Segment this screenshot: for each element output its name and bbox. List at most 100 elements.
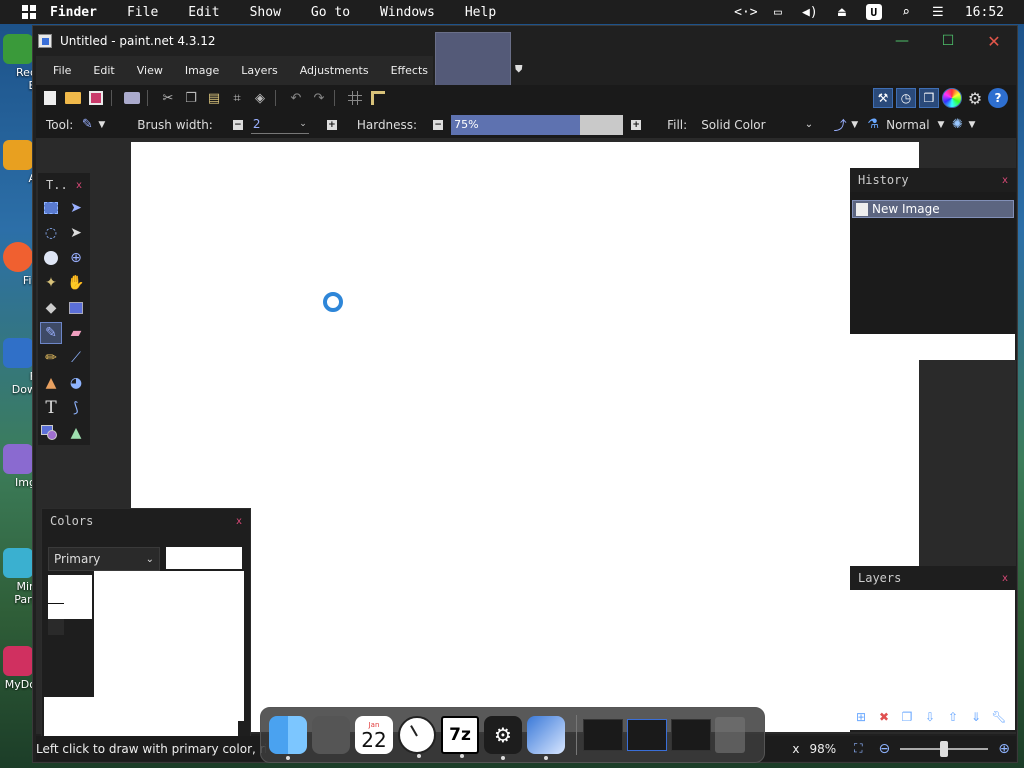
paintnet-dock-icon[interactable] xyxy=(527,716,565,760)
calendar-icon[interactable]: Jan 22 xyxy=(355,716,393,754)
menu-image[interactable]: Image xyxy=(176,64,228,77)
layers-panel-header[interactable]: Layers x xyxy=(850,566,1016,590)
zoom-slider-thumb[interactable] xyxy=(940,740,949,757)
line-curve-tool[interactable]: ⟆ xyxy=(65,397,87,419)
save-button[interactable] xyxy=(87,89,105,107)
launchpad-icon[interactable] xyxy=(312,716,350,754)
menubar-goto[interactable]: Go to xyxy=(311,5,350,20)
selection-clipping-icon[interactable]: ✺ xyxy=(948,116,966,134)
blend-mode-select[interactable]: Normal xyxy=(886,118,929,132)
print-button[interactable] xyxy=(123,89,141,107)
desktop-icon-firefox[interactable]: Fir xyxy=(0,242,36,287)
color-swatch-bar[interactable] xyxy=(166,547,242,569)
desktop-icon-img[interactable]: Img xyxy=(0,444,36,489)
copy-button[interactable]: ❐ xyxy=(182,89,200,107)
eraser-tool[interactable]: ▰ xyxy=(65,322,87,344)
paintbrush-tool[interactable]: ✎ xyxy=(40,322,62,344)
minimized-window-2[interactable] xyxy=(627,719,667,751)
ellipse-select-tool[interactable] xyxy=(40,247,62,269)
code-icon[interactable]: <·> xyxy=(734,5,757,20)
control-center-icon[interactable]: ☰ xyxy=(929,5,947,20)
recolor-tool[interactable]: ◕ xyxy=(65,372,87,394)
menu-adjustments[interactable]: Adjustments xyxy=(291,64,378,77)
duplicate-layer-icon[interactable]: ❐ xyxy=(897,708,917,726)
desktop-icon-partition[interactable]: Min Part xyxy=(0,548,36,606)
lasso-select-tool[interactable]: ◌ xyxy=(40,222,62,244)
7zip-icon[interactable]: 7z xyxy=(441,716,479,758)
move-layer-down-icon[interactable]: ⇓ xyxy=(966,708,986,726)
zoom-out-icon[interactable]: ⊖ xyxy=(879,741,891,757)
new-file-button[interactable] xyxy=(41,89,59,107)
zoom-slider[interactable] xyxy=(900,740,989,757)
menu-edit[interactable]: Edit xyxy=(84,64,123,77)
primary-secondary-select[interactable]: Primary ⌄ xyxy=(48,547,160,571)
history-panel-close-button[interactable]: x xyxy=(1002,175,1008,186)
redo-button[interactable]: ↷ xyxy=(310,89,328,107)
hardness-slider[interactable]: 75% xyxy=(451,114,624,135)
eject-icon[interactable]: ⏏ xyxy=(833,5,851,20)
zoom-tool[interactable]: ⊕ xyxy=(65,247,87,269)
paint-bucket-tool[interactable]: ◆ xyxy=(40,297,62,319)
add-layer-icon[interactable]: ⊞ xyxy=(851,708,871,726)
grid-button[interactable] xyxy=(346,89,364,107)
paintbrush-icon[interactable]: ✎ xyxy=(78,116,96,134)
blend-dropdown-arrow-icon[interactable]: ▼ xyxy=(938,120,945,130)
clipping-dropdown-arrow-icon[interactable]: ▼ xyxy=(968,120,975,130)
primary-color-swatch[interactable] xyxy=(48,575,92,619)
secondary-color-swatch[interactable] xyxy=(48,619,64,635)
shield-icon[interactable]: ⛊ xyxy=(515,64,527,76)
desktop-icon-recycle[interactable]: Rec B xyxy=(0,34,36,92)
antialias-dropdown-arrow-icon[interactable]: ▼ xyxy=(851,120,858,130)
crop-button[interactable]: ⌗ xyxy=(228,89,246,107)
zoom-in-icon[interactable]: ⊕ xyxy=(998,741,1010,757)
desktop-icon-mydocs[interactable]: MyDo xyxy=(0,646,36,691)
finder-icon[interactable] xyxy=(269,716,307,760)
history-panel-header[interactable]: History x xyxy=(850,168,1016,192)
settings-gear-icon[interactable]: ⚙ xyxy=(484,716,522,760)
menu-file[interactable]: File xyxy=(44,64,80,77)
hardness-increase-button[interactable]: + xyxy=(631,119,642,130)
user-badge[interactable]: U xyxy=(865,4,883,20)
deselect-button[interactable]: ◈ xyxy=(251,89,269,107)
shapes-tool[interactable] xyxy=(40,422,62,444)
pan-tool[interactable]: ✋ xyxy=(65,272,87,294)
tools-window-button[interactable]: ⚒ xyxy=(873,88,893,108)
menubar-file[interactable]: File xyxy=(127,5,158,20)
brush-width-input[interactable]: 2 ⌄ xyxy=(250,116,309,134)
delete-layer-icon[interactable]: ✖ xyxy=(874,708,894,726)
layers-panel-close-button[interactable]: x xyxy=(1002,573,1008,584)
colors-panel-close-button[interactable]: x xyxy=(236,516,242,527)
tools-panel-close-button[interactable]: x xyxy=(76,180,82,191)
cut-button[interactable]: ✂ xyxy=(159,89,177,107)
paste-button[interactable]: ▤ xyxy=(205,89,223,107)
help-icon[interactable]: ? xyxy=(988,88,1008,108)
brush-width-decrease-button[interactable]: − xyxy=(232,119,243,130)
zoom-fit-icon[interactable]: ⛶ xyxy=(854,741,862,756)
menubar-help[interactable]: Help xyxy=(465,5,496,20)
menubar-edit[interactable]: Edit xyxy=(188,5,219,20)
layer-properties-icon[interactable]: 🔧︎ xyxy=(989,708,1009,726)
colors-window-button[interactable] xyxy=(942,88,962,108)
brush-width-increase-button[interactable]: + xyxy=(326,119,337,130)
menu-layers[interactable]: Layers xyxy=(232,64,286,77)
volume-icon[interactable]: ◀) xyxy=(801,5,819,20)
rectangle-select-tool[interactable] xyxy=(40,197,62,219)
maximize-button[interactable]: ☐ xyxy=(925,26,971,56)
magic-wand-tool[interactable]: ✦ xyxy=(40,272,62,294)
clock-icon[interactable] xyxy=(398,716,436,758)
colors-panel-header[interactable]: Colors x xyxy=(42,509,250,533)
move-selection-tool[interactable]: ➤ xyxy=(65,222,87,244)
history-item-new-image[interactable]: New Image xyxy=(852,200,1014,218)
desktop-icon-downloads[interactable]: F Dow xyxy=(0,338,36,396)
menubar-finder[interactable]: Finder xyxy=(50,5,97,20)
merge-layer-down-icon[interactable]: ⇩ xyxy=(920,708,940,726)
history-window-button[interactable]: ◷ xyxy=(896,88,916,108)
move-layer-up-icon[interactable]: ⇧ xyxy=(943,708,963,726)
menubar-windows[interactable]: Windows xyxy=(380,5,435,20)
menu-effects[interactable]: Effects xyxy=(382,64,437,77)
trash-icon[interactable] xyxy=(715,717,745,753)
tools-panel-header[interactable]: T.. x xyxy=(38,173,90,197)
text-tool[interactable]: T xyxy=(40,397,62,419)
menu-view[interactable]: View xyxy=(128,64,172,77)
minimized-window-3[interactable] xyxy=(671,719,711,751)
